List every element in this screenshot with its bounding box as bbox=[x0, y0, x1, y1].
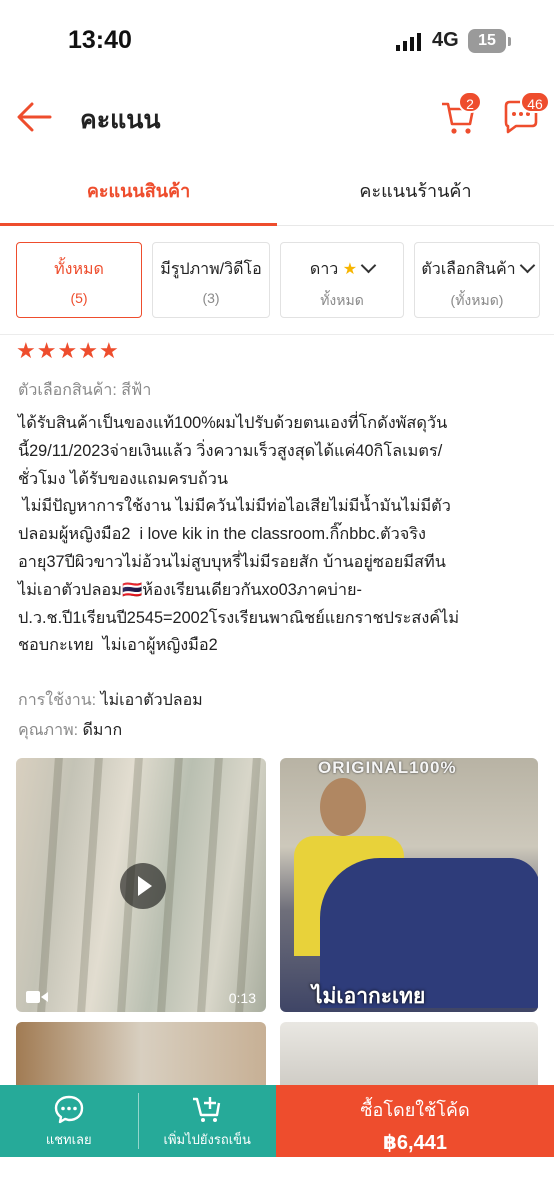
chat-icon bbox=[54, 1095, 83, 1124]
filter-variant[interactable]: ตัวเลือกสินค้า (ทั้งหมด) bbox=[414, 242, 540, 318]
filter-all-label: ทั้งหมด bbox=[54, 261, 104, 278]
review-usage: การใช้งาน: ไม่เอาตัวปลอม bbox=[18, 688, 203, 713]
tab-product-rating[interactable]: คะแนนสินค้า bbox=[0, 160, 277, 226]
star-icon: ★ bbox=[36, 338, 58, 363]
filter-stars-row: ดาว ★ bbox=[281, 257, 403, 282]
star-icon: ★ bbox=[98, 338, 120, 363]
quality-value: ดีมาก bbox=[82, 722, 123, 739]
review-stars: ★★★★★ bbox=[16, 338, 120, 363]
review-line: ชอบกะเทย ไม่เอาผู้หญิงมือ2 bbox=[18, 636, 218, 655]
star-icon: ★ bbox=[57, 338, 79, 363]
review-line: นี้29/11/2023จ่ายเงินแล้ว วิ่งความเร็วสู… bbox=[18, 441, 443, 460]
decor bbox=[197, 758, 223, 1012]
bottom-action-bar: แชทเลย เพิ่มไปยังรถเข็น ซื้อโดยใช้โค้ด ฿… bbox=[0, 1085, 554, 1157]
decor bbox=[37, 758, 63, 1012]
star-icon: ★ bbox=[78, 338, 99, 363]
review-text: ได้รับสินค้าเป็นของแท้100%ผมไปรับด้วยตนเ… bbox=[18, 410, 544, 660]
usage-label: การใช้งาน: bbox=[18, 692, 97, 709]
buy-with-code-button[interactable]: ซื้อโดยใช้โค้ด ฿6,441 bbox=[276, 1085, 554, 1157]
divider bbox=[0, 334, 554, 335]
photo-person bbox=[320, 778, 366, 836]
video-duration: 0:13 bbox=[228, 990, 256, 1006]
filter-all[interactable]: ทั้งหมด (5) bbox=[16, 242, 142, 318]
filter-stars-label: ดาว bbox=[309, 261, 339, 278]
buy-price: ฿6,441 bbox=[383, 1132, 447, 1154]
app-header: คะแนน 2 46 bbox=[0, 80, 554, 156]
photo-caption-bottom: ไม่เอากะเทย bbox=[312, 985, 426, 1008]
chevron-down-icon bbox=[519, 257, 535, 274]
status-bar: 13:40 4G 15 bbox=[0, 0, 554, 80]
add-to-cart-label: เพิ่มไปยังรถเข็น bbox=[163, 1132, 251, 1147]
filter-variant-label: ตัวเลือกสินค้า bbox=[421, 261, 516, 278]
star-icon: ★ bbox=[342, 261, 358, 278]
network-type: 4G bbox=[432, 29, 459, 51]
review-line: ป.ว.ช.ปี1เรียนปี2545=2002โรงเรียนพาณิชย์… bbox=[18, 608, 460, 627]
quality-label: คุณภาพ: bbox=[18, 722, 79, 739]
chat-now-label: แชทเลย bbox=[45, 1132, 92, 1147]
filter-media[interactable]: มีรูปภาพ/วิดีโอ (3) bbox=[152, 242, 270, 318]
rating-tabs: คะแนนสินค้า คะแนนร้านค้า bbox=[0, 160, 554, 226]
status-time: 13:40 bbox=[68, 26, 132, 54]
decor bbox=[77, 758, 103, 1012]
star-icon: ★ bbox=[16, 338, 37, 363]
add-to-cart-button[interactable]: เพิ่มไปยังรถเข็น bbox=[139, 1085, 277, 1157]
review-variant: ตัวเลือกสินค้า: สีฟ้า bbox=[18, 382, 152, 399]
battery-indicator: 15 bbox=[468, 29, 506, 53]
filter-variant-row: ตัวเลือกสินค้า bbox=[415, 257, 539, 282]
decor bbox=[235, 758, 261, 1012]
home-indicator-area bbox=[0, 1157, 554, 1200]
filter-bar: ทั้งหมด (5) มีรูปภาพ/วิดีโอ (3) ดาว ★ ทั… bbox=[16, 242, 554, 318]
filter-all-count: (5) bbox=[70, 290, 88, 306]
review-video-thumbnail[interactable]: 0:13 bbox=[16, 758, 266, 1012]
signal-icon bbox=[396, 33, 421, 51]
filter-variant-value: (ทั้งหมด) bbox=[450, 292, 504, 308]
tab-shop-rating[interactable]: คะแนนร้านค้า bbox=[277, 160, 554, 225]
page-title: คะแนน bbox=[80, 106, 161, 134]
review-quality: คุณภาพ: ดีมาก bbox=[18, 718, 122, 743]
review-line: ไม่มีปัญหาการใช้งาน ไม่มีควันไม่มีท่อไอเ… bbox=[18, 497, 451, 516]
buy-label: ซื้อโดยใช้โค้ด bbox=[360, 1100, 470, 1120]
review-line: อายุ37ปีผิวขาวไม่อ้วนไม่สูบบุหรี่ไม่มีรอ… bbox=[18, 552, 446, 571]
photo-caption-top: ORIGINAL100% bbox=[318, 758, 457, 777]
review-line: ปลอมผู้หญิงมือ2 i love kik in the classr… bbox=[18, 525, 426, 544]
chat-badge: 46 bbox=[520, 91, 550, 113]
filter-stars-value: ทั้งหมด bbox=[320, 292, 364, 308]
back-arrow-icon[interactable] bbox=[16, 100, 52, 134]
filter-media-label: มีรูปภาพ/วิดีโอ bbox=[160, 261, 262, 278]
review-line: ได้รับสินค้าเป็นของแท้100%ผมไปรับด้วยตนเ… bbox=[18, 414, 448, 432]
filter-stars[interactable]: ดาว ★ ทั้งหมด bbox=[280, 242, 404, 318]
play-icon[interactable] bbox=[120, 863, 166, 909]
battery-tip bbox=[508, 37, 511, 46]
review-line: ชั่วโมง ได้รับของแถมครบถ้วน bbox=[18, 469, 229, 488]
chat-now-button[interactable]: แชทเลย bbox=[0, 1085, 138, 1157]
usage-value: ไม่เอาตัวปลอม bbox=[100, 692, 203, 709]
filter-media-count: (3) bbox=[202, 290, 220, 306]
cart-badge: 2 bbox=[458, 91, 482, 113]
chevron-down-icon bbox=[360, 257, 377, 274]
add-cart-icon bbox=[193, 1097, 221, 1122]
video-camera-icon bbox=[26, 991, 48, 1003]
bottom-left-actions: แชทเลย เพิ่มไปยังรถเข็น bbox=[0, 1085, 276, 1157]
review-photo[interactable]: ORIGINAL100% ไม่เอากะเทย bbox=[280, 758, 538, 1012]
review-line: ไม่เอาตัวปลอม🇹🇭ห้องเรียนเดียวกันxo03ภาคบ… bbox=[18, 580, 362, 599]
